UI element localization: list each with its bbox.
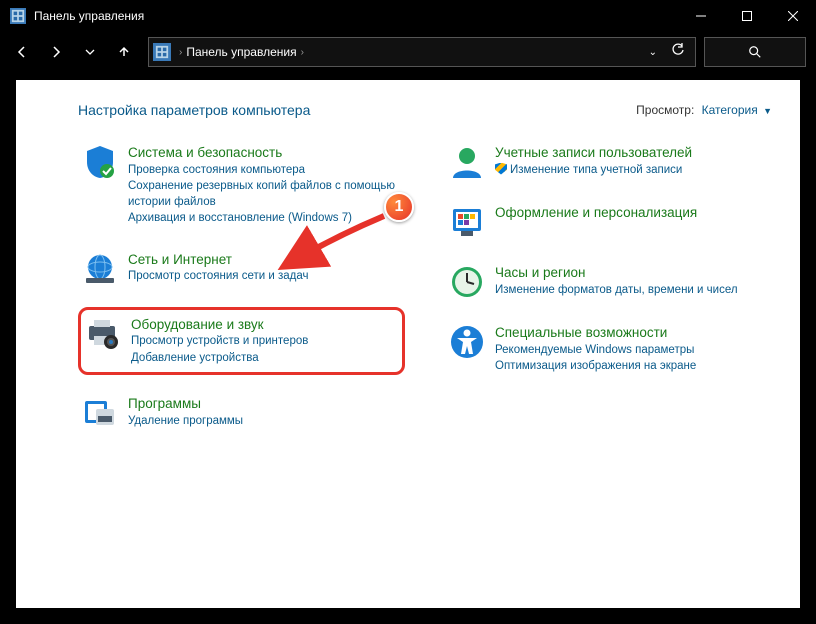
view-by-label: Просмотр: [636, 103, 694, 117]
globe-icon [82, 251, 118, 287]
category-link[interactable]: Изменение форматов даты, времени и чисел [495, 283, 738, 299]
category-link[interactable]: Добавление устройства [131, 351, 308, 367]
forward-button[interactable] [40, 36, 72, 68]
shield-icon [82, 144, 118, 180]
personalization-icon [449, 204, 485, 240]
page-title: Настройка параметров компьютера [78, 102, 636, 118]
clock-icon [449, 264, 485, 300]
user-icon [449, 144, 485, 180]
content-area: Настройка параметров компьютера Просмотр… [16, 80, 800, 608]
window-title: Панель управления [34, 9, 678, 23]
category-programs[interactable]: Программы Удаление программы [78, 391, 405, 435]
address-icon [153, 43, 171, 61]
back-button[interactable] [6, 36, 38, 68]
category-hardware-sound[interactable]: Оборудование и звук Просмотр устройств и… [78, 307, 405, 376]
view-by-value: Категория [702, 103, 758, 117]
category-title[interactable]: Система и безопасность [128, 144, 401, 162]
navbar: › Панель управления › ⌄ [0, 32, 816, 72]
left-column: Система и безопасность Проверка состояни… [78, 140, 405, 451]
category-link[interactable]: Просмотр состояния сети и задач [128, 269, 308, 285]
category-title[interactable]: Специальные возможности [495, 324, 696, 342]
accessibility-icon [449, 324, 485, 360]
category-link[interactable]: Изменение типа учетной записи [495, 163, 692, 179]
search-input[interactable] [704, 37, 806, 67]
titlebar: Панель управления [0, 0, 816, 32]
address-bar[interactable]: › Панель управления › ⌄ [148, 37, 696, 67]
category-appearance[interactable]: Оформление и персонализация [445, 200, 772, 244]
recent-dropdown[interactable] [74, 36, 106, 68]
control-panel-icon [10, 8, 26, 24]
category-link[interactable]: Архивация и восстановление (Windows 7) [128, 211, 401, 227]
category-title[interactable]: Программы [128, 395, 243, 413]
breadcrumb-root[interactable]: Панель управления [186, 45, 296, 59]
minimize-button[interactable] [678, 0, 724, 32]
category-link[interactable]: Просмотр устройств и принтеров [131, 334, 308, 350]
category-link[interactable]: Оптимизация изображения на экране [495, 359, 696, 375]
category-title[interactable]: Учетные записи пользователей [495, 144, 692, 162]
close-button[interactable] [770, 0, 816, 32]
chevron-right-icon: › [179, 47, 182, 58]
programs-icon [82, 395, 118, 431]
printer-icon [85, 316, 121, 352]
category-system-security[interactable]: Система и безопасность Проверка состояни… [78, 140, 405, 231]
category-network[interactable]: Сеть и Интернет Просмотр состояния сети … [78, 247, 405, 291]
category-link[interactable]: Проверка состояния компьютера [128, 163, 401, 179]
category-clock-region[interactable]: Часы и регион Изменение форматов даты, в… [445, 260, 772, 304]
category-ease-of-access[interactable]: Специальные возможности Рекомендуемые Wi… [445, 320, 772, 379]
category-title[interactable]: Часы и регион [495, 264, 738, 282]
category-user-accounts[interactable]: Учетные записи пользователей Изменение т… [445, 140, 772, 184]
category-title[interactable]: Сеть и Интернет [128, 251, 308, 269]
view-by[interactable]: Просмотр: Категория ▼ [636, 103, 772, 117]
address-dropdown[interactable]: ⌄ [649, 47, 657, 58]
maximize-button[interactable] [724, 0, 770, 32]
category-link[interactable]: Рекомендуемые Windows параметры [495, 343, 696, 359]
chevron-right-icon: › [301, 47, 304, 58]
search-icon [748, 45, 762, 59]
right-column: Учетные записи пользователей Изменение т… [445, 140, 772, 451]
chevron-down-icon: ▼ [763, 106, 772, 116]
category-link[interactable]: Сохранение резервных копий файлов с помо… [128, 179, 401, 210]
refresh-button[interactable] [671, 43, 685, 62]
category-title[interactable]: Оборудование и звук [131, 316, 308, 334]
category-link[interactable]: Удаление программы [128, 414, 243, 430]
category-title[interactable]: Оформление и персонализация [495, 204, 697, 222]
up-button[interactable] [108, 36, 140, 68]
